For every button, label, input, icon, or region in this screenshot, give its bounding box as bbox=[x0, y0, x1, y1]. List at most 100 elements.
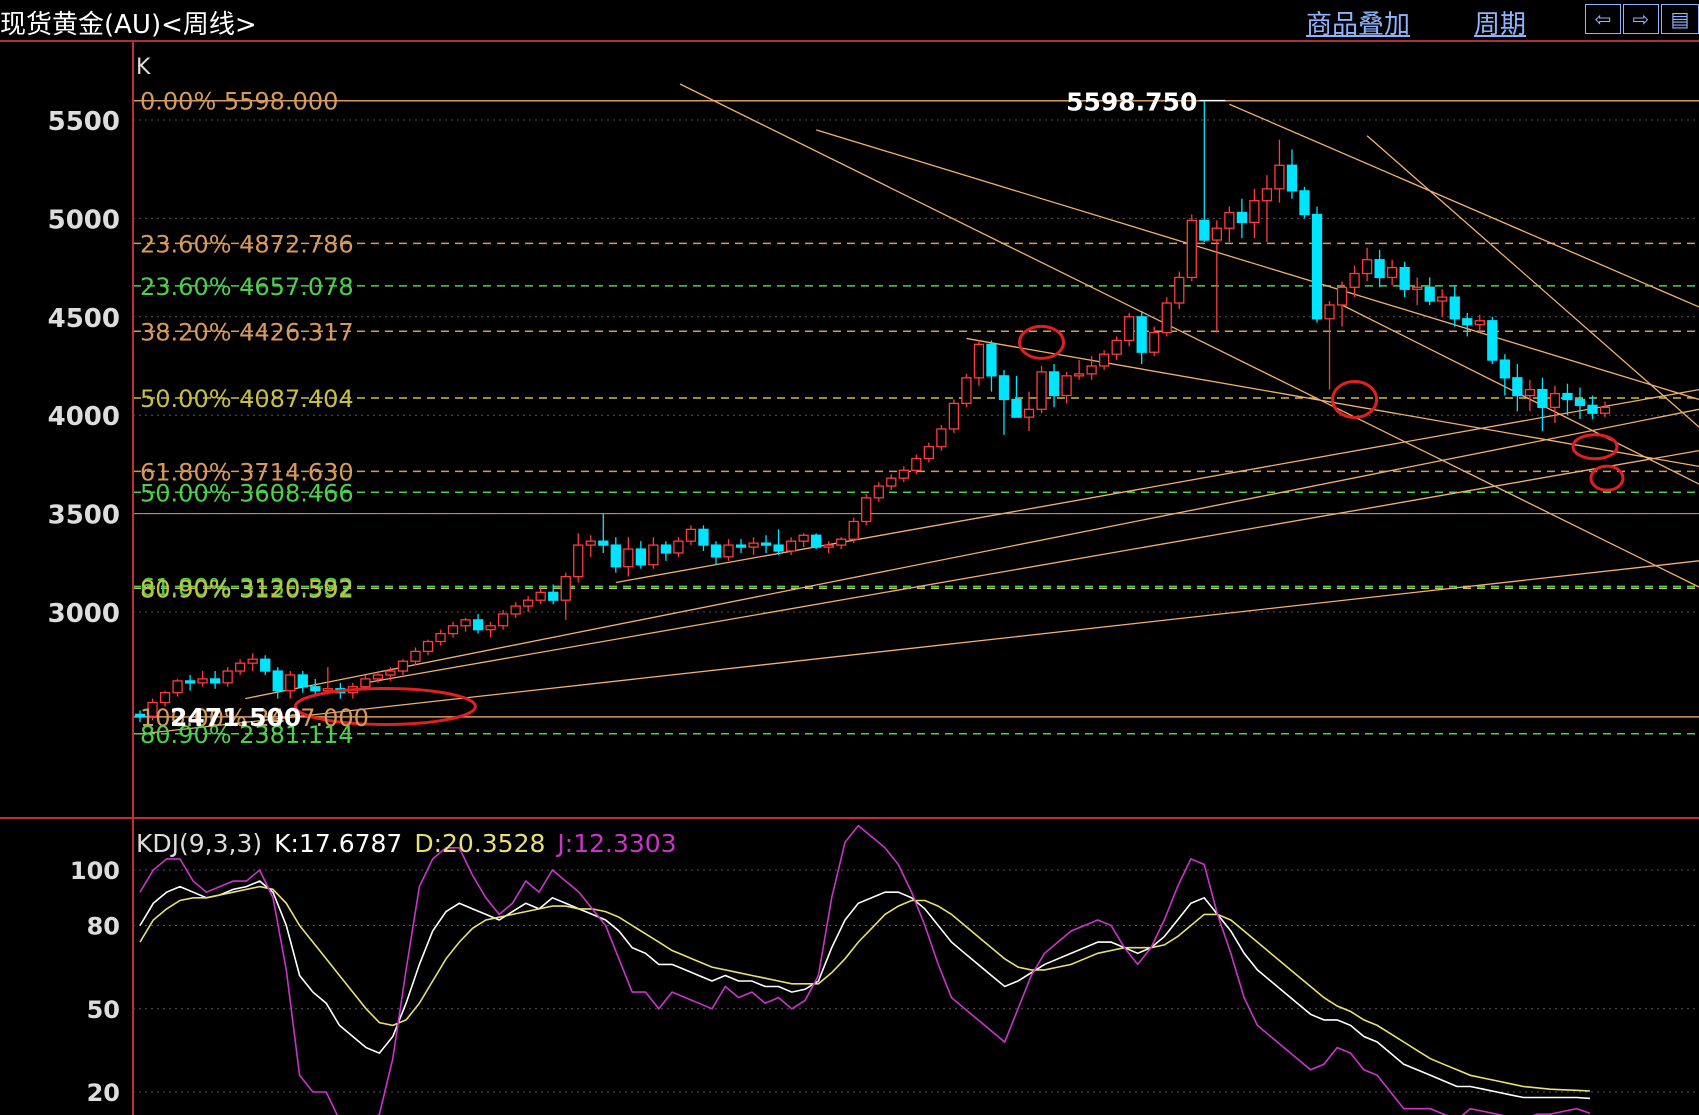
candle-body bbox=[472, 619, 484, 631]
candle-body bbox=[785, 540, 797, 552]
candle-body bbox=[184, 680, 196, 684]
candle-body bbox=[172, 680, 183, 694]
candle-body bbox=[1599, 406, 1611, 414]
candle-body bbox=[573, 544, 584, 578]
main-panel-label: K bbox=[136, 55, 151, 80]
candle-body bbox=[510, 605, 521, 615]
fib-level-label: 38.20% 4426.317 bbox=[140, 318, 354, 346]
candle-body bbox=[1111, 339, 1122, 355]
candle-body bbox=[585, 540, 596, 546]
candle-body bbox=[1499, 359, 1510, 379]
candle-body bbox=[961, 377, 972, 405]
candle-body bbox=[873, 485, 884, 499]
scroll-left-icon[interactable]: ⇦ bbox=[1585, 4, 1621, 34]
price-tick-label: 5500 bbox=[48, 107, 120, 137]
candle-body bbox=[1199, 219, 1210, 241]
fib-level-label: 0.00% 5598.000 bbox=[140, 88, 338, 116]
candle-body bbox=[1036, 371, 1047, 410]
candle-body bbox=[710, 544, 722, 558]
candle-body bbox=[260, 658, 271, 672]
candle-body bbox=[435, 632, 446, 643]
commodity-overlay-link[interactable]: 商品叠加 bbox=[1306, 4, 1410, 41]
fib-level-label: 50.00% 3608.466 bbox=[140, 479, 354, 507]
candle-body bbox=[811, 534, 822, 548]
candle-body bbox=[1574, 398, 1586, 407]
candle-body bbox=[760, 542, 772, 546]
candle-body bbox=[848, 520, 859, 540]
candle-body bbox=[1349, 272, 1360, 288]
candle-body bbox=[1098, 353, 1110, 367]
candle-body bbox=[673, 540, 684, 554]
candle-body bbox=[1336, 286, 1348, 306]
kdj-tick-label: 100 bbox=[70, 857, 120, 885]
chart-area[interactable]: 3000 3500 4000 4500 5000 5500 20 50 80 100 0.00% … bbox=[0, 42, 1699, 1115]
candle-body bbox=[898, 469, 909, 479]
panel-icon[interactable]: ▤ bbox=[1661, 4, 1699, 34]
candle-body bbox=[648, 544, 659, 566]
candle-body bbox=[272, 670, 283, 692]
candle-body bbox=[973, 343, 985, 379]
candle-body bbox=[297, 674, 308, 688]
candle-body bbox=[1048, 371, 1060, 397]
candle-body bbox=[1512, 377, 1523, 397]
candle-body bbox=[1437, 296, 1448, 302]
candle-body bbox=[598, 540, 609, 546]
candle-body bbox=[235, 662, 246, 672]
kdj-k-value: K:17.6787 bbox=[274, 829, 402, 858]
high-price-label: 5598.750 bbox=[1066, 88, 1197, 117]
candle-body bbox=[1249, 200, 1260, 223]
candle-body bbox=[1136, 316, 1147, 353]
candle-body bbox=[285, 674, 296, 692]
candle-body bbox=[610, 544, 621, 568]
candle-body bbox=[322, 688, 333, 692]
kdj-j-value: J:12.3303 bbox=[555, 829, 676, 858]
candle-body bbox=[1424, 286, 1435, 302]
candle-body bbox=[310, 686, 321, 692]
candle-body bbox=[1061, 375, 1072, 397]
candle-body bbox=[735, 544, 747, 548]
kdj-tick-label: 50 bbox=[87, 996, 120, 1024]
candle-body bbox=[1537, 388, 1548, 408]
candle-body bbox=[698, 528, 709, 546]
candle-body bbox=[1124, 316, 1135, 342]
candle-body bbox=[1261, 188, 1273, 202]
price-tick-label: 5000 bbox=[48, 205, 120, 235]
candle-body bbox=[1186, 219, 1197, 279]
candle-body bbox=[1449, 296, 1460, 320]
scroll-right-icon[interactable]: ⇨ bbox=[1623, 4, 1659, 34]
candle-body bbox=[372, 674, 384, 680]
fib-level-label: 50.00% 4087.404 bbox=[140, 385, 354, 413]
candle-body bbox=[1011, 398, 1022, 418]
candle-body bbox=[1399, 266, 1410, 290]
price-tick-label: 3000 bbox=[48, 599, 120, 629]
candle-body bbox=[986, 343, 997, 377]
kdj-params-label: KDJ(9,3,3) bbox=[136, 829, 262, 858]
candle-body bbox=[1487, 320, 1498, 361]
candle-body bbox=[385, 670, 396, 676]
candle-body bbox=[685, 528, 697, 542]
candle-body bbox=[1274, 164, 1285, 190]
fib-level-label: 23.60% 4872.786 bbox=[140, 230, 354, 258]
candle-body bbox=[485, 625, 496, 631]
candle-body bbox=[911, 457, 922, 471]
candle-body bbox=[1462, 318, 1473, 326]
kdj-d-value: D:20.3528 bbox=[414, 829, 545, 858]
candle-body bbox=[560, 575, 571, 601]
candle-body bbox=[247, 658, 258, 664]
fib-level-label: 23.60% 4657.078 bbox=[140, 273, 354, 301]
period-link[interactable]: 周期 bbox=[1474, 4, 1526, 41]
candle-body bbox=[623, 548, 634, 568]
candle-body bbox=[1236, 211, 1248, 223]
candle-body bbox=[222, 670, 233, 684]
candle-body bbox=[748, 542, 759, 548]
candle-body bbox=[397, 660, 409, 672]
candle-body bbox=[1412, 286, 1423, 290]
candle-body bbox=[1386, 266, 1398, 279]
candle-body bbox=[1023, 408, 1035, 418]
price-tick-label: 3500 bbox=[48, 501, 120, 531]
candle-body bbox=[159, 692, 171, 704]
fib-level-label: 80.90% 3120.592 bbox=[140, 575, 354, 603]
candle-body bbox=[1587, 404, 1598, 414]
candle-body bbox=[1374, 259, 1385, 279]
window-title: 现货黄金(AU)<周线> bbox=[0, 10, 257, 40]
